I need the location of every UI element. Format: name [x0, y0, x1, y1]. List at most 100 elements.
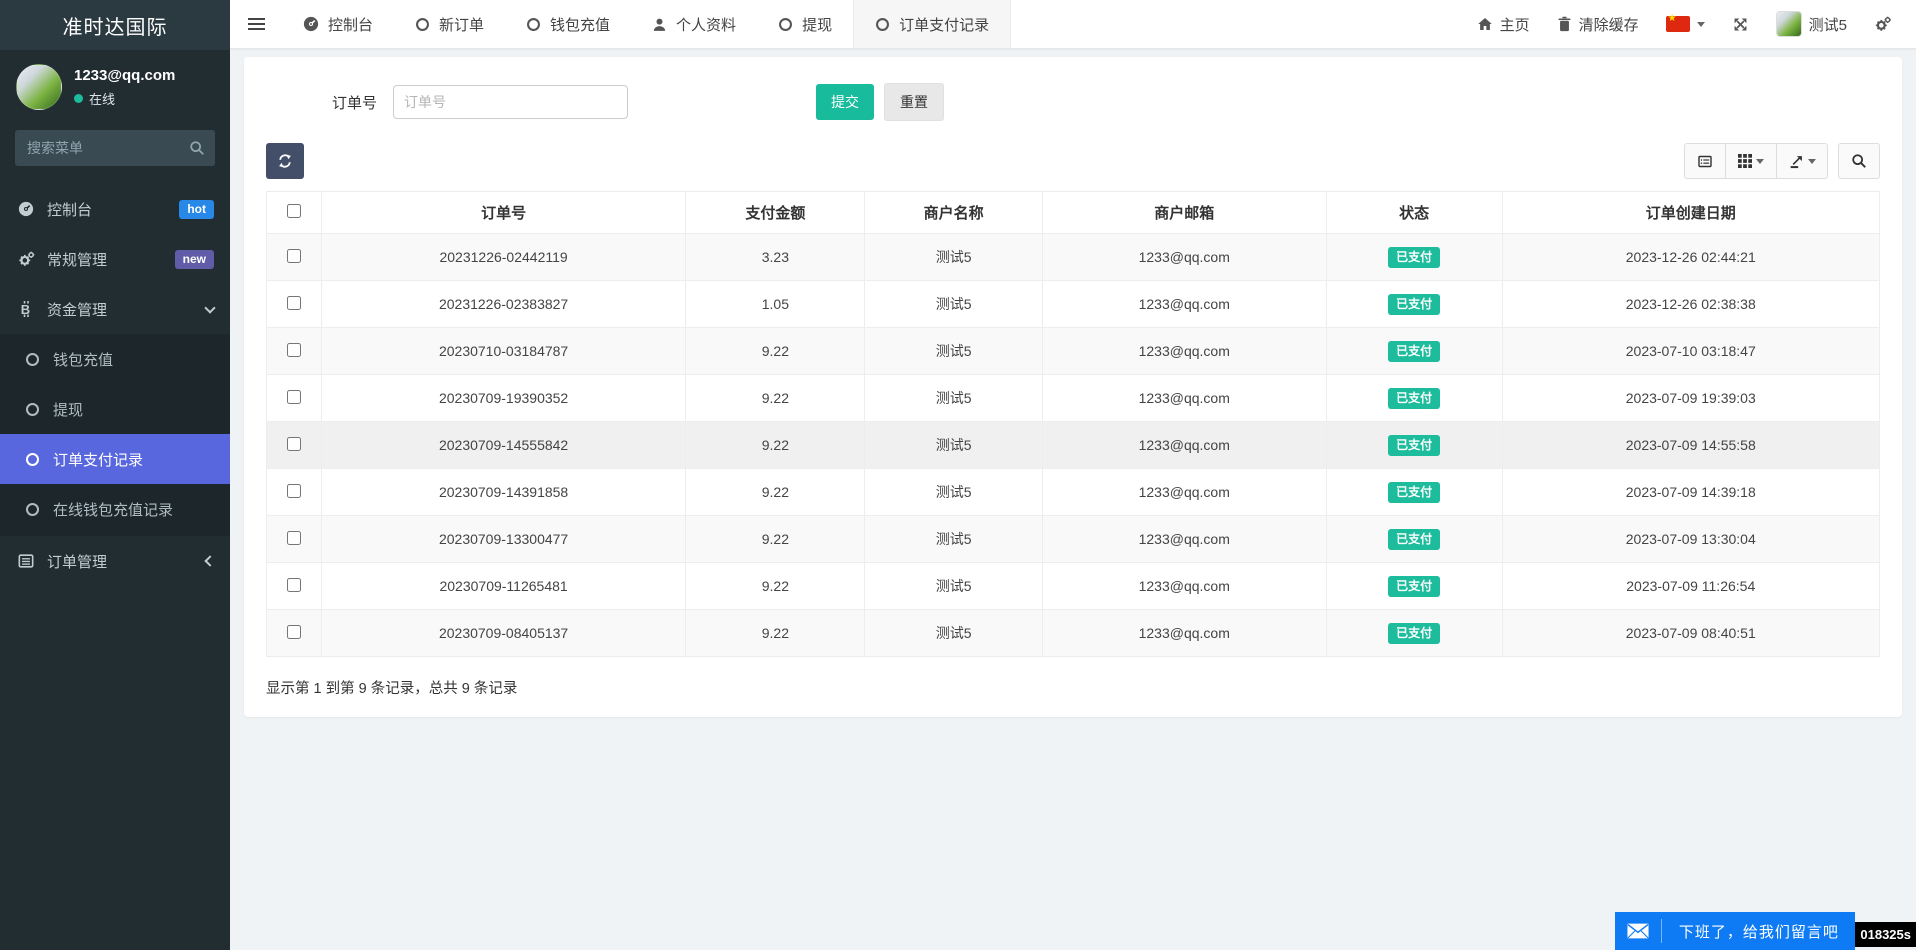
cell-amount: 9.22	[685, 468, 866, 516]
col-created: 订单创建日期	[1501, 191, 1880, 234]
row-checkbox[interactable]	[286, 342, 301, 357]
caret-down-icon	[1756, 158, 1764, 164]
table-row[interactable]: 20230709-14555842 9.22 测试5 1233@qq.com 已…	[266, 421, 1880, 469]
hot-badge: hot	[179, 199, 214, 219]
sidebar-item-console[interactable]: 控制台 hot	[0, 184, 230, 234]
cell-order-no: 20231226-02442119	[320, 233, 687, 281]
cell-email: 1233@qq.com	[1041, 562, 1327, 610]
language-selector[interactable]: ★	[1665, 13, 1705, 32]
row-checkbox[interactable]	[286, 577, 301, 592]
topbar-tab-5[interactable]: 订单支付记录	[853, 0, 1012, 48]
circle-icon	[22, 502, 42, 516]
settings-button[interactable]	[1874, 16, 1892, 33]
topbar-tab-2[interactable]: 钱包充值	[505, 0, 631, 48]
topbar-tab-1[interactable]: 新订单	[394, 0, 505, 48]
session-timer: 018325s	[1855, 922, 1916, 947]
sidebar-item-funds[interactable]: B 资金管理	[0, 284, 230, 334]
chat-message: 下班了，给我们留言吧	[1678, 923, 1839, 941]
fullscreen-toggle[interactable]	[1732, 16, 1749, 33]
user-avatar-small	[1775, 11, 1802, 37]
submit-button[interactable]: 提交	[816, 84, 875, 120]
user-icon	[652, 17, 667, 32]
table-header-row: 订单号 支付金额 商户名称 商户邮箱 状态 订单创建日期	[266, 191, 1880, 234]
hamburger-menu-icon[interactable]	[230, 0, 282, 48]
row-checkbox[interactable]	[286, 530, 301, 545]
table-row[interactable]: 20230709-08405137 9.22 测试5 1233@qq.com 已…	[266, 609, 1880, 657]
user-avatar[interactable]	[16, 64, 62, 110]
cell-order-no: 20230709-08405137	[320, 609, 687, 657]
refresh-icon	[279, 154, 291, 168]
topbar-tab-4[interactable]: 提现	[757, 0, 853, 48]
table-row[interactable]: 20230710-03184787 9.22 测试5 1233@qq.com 已…	[266, 327, 1880, 375]
cogs-icon	[1875, 16, 1891, 31]
cell-email: 1233@qq.com	[1041, 374, 1327, 422]
cell-order-no: 20230709-13300477	[320, 515, 687, 563]
status-badge: 已支付	[1388, 293, 1441, 315]
row-checkbox[interactable]	[286, 389, 301, 404]
user-status: 在线	[74, 89, 175, 108]
order-no-label: 订单号	[332, 94, 378, 112]
sidebar-item-order-payment-records[interactable]: 订单支付记录	[0, 434, 230, 484]
cell-merchant: 测试5	[864, 280, 1043, 328]
topbar-tabs: 控制台 新订单 钱包充值 个人资料 提现 订单支付记录	[282, 0, 1012, 48]
cell-amount: 9.22	[685, 562, 866, 610]
brand-logo[interactable]: 准时达国际	[0, 0, 230, 50]
table-search-button[interactable]	[1838, 143, 1880, 179]
table-row[interactable]: 20230709-11265481 9.22 测试5 1233@qq.com 已…	[266, 562, 1880, 610]
filter-form: 订单号 提交 重置	[266, 83, 1880, 121]
sidebar-item-wallet-recharge[interactable]: 钱包充值	[0, 334, 230, 384]
reset-button[interactable]: 重置	[884, 83, 945, 121]
col-order-no: 订单号	[320, 191, 687, 234]
cell-created: 2023-12-26 02:38:38	[1501, 280, 1880, 328]
sidebar-item-order-management[interactable]: 订单管理	[0, 536, 230, 586]
expand-icon	[1734, 18, 1747, 30]
cell-merchant: 测试5	[864, 421, 1043, 469]
sidebar-search-input[interactable]	[15, 130, 215, 166]
columns-dropdown-button[interactable]	[1725, 143, 1777, 179]
export-dropdown-button[interactable]	[1776, 143, 1828, 179]
refresh-button[interactable]	[266, 143, 304, 179]
row-checkbox[interactable]	[286, 436, 301, 451]
cell-email: 1233@qq.com	[1041, 233, 1327, 281]
order-no-input[interactable]	[393, 85, 629, 119]
row-checkbox[interactable]	[286, 248, 301, 263]
table-row[interactable]: 20230709-19390352 9.22 测试5 1233@qq.com 已…	[266, 374, 1880, 422]
chevron-down-icon	[204, 301, 216, 314]
cell-merchant: 测试5	[864, 562, 1043, 610]
table-row[interactable]: 20231226-02442119 3.23 测试5 1233@qq.com 已…	[266, 233, 1880, 281]
clear-cache-link[interactable]: 清除缓存	[1557, 14, 1639, 35]
status-badge: 已支付	[1388, 481, 1441, 503]
cell-order-no: 20230710-03184787	[320, 327, 687, 375]
sidebar-item-withdraw[interactable]: 提现	[0, 384, 230, 434]
topbar-tab-3[interactable]: 个人资料	[631, 0, 757, 48]
status-badge: 已支付	[1388, 340, 1441, 362]
table-row[interactable]: 20231226-02383827 1.05 测试5 1233@qq.com 已…	[266, 280, 1880, 328]
user-menu[interactable]: 测试5	[1775, 11, 1847, 37]
row-checkbox[interactable]	[286, 483, 301, 498]
cell-amount: 9.22	[685, 515, 866, 563]
detail-view-icon	[1698, 155, 1712, 167]
user-panel: 1233@qq.com 在线	[0, 50, 230, 118]
grid-columns-icon	[1738, 154, 1752, 168]
select-all-checkbox[interactable]	[286, 203, 301, 218]
status-badge: 已支付	[1388, 246, 1441, 268]
circle-icon	[22, 402, 42, 416]
row-checkbox[interactable]	[286, 624, 301, 639]
col-status: 状态	[1325, 191, 1503, 234]
detail-view-button[interactable]	[1684, 143, 1726, 179]
home-link[interactable]: 主页	[1477, 14, 1530, 35]
cell-created: 2023-07-09 13:30:04	[1501, 515, 1880, 563]
table-row[interactable]: 20230709-13300477 9.22 测试5 1233@qq.com 已…	[266, 515, 1880, 563]
chat-widget: 下班了，给我们留言吧 018325s	[1615, 912, 1916, 950]
bitcoin-icon: B	[16, 301, 36, 317]
sidebar-item-general-settings[interactable]: 常规管理 new	[0, 234, 230, 284]
sidebar-item-online-wallet-recharge-records[interactable]: 在线钱包充值记录	[0, 484, 230, 534]
circle-icon	[22, 352, 42, 366]
row-checkbox[interactable]	[286, 295, 301, 310]
cell-order-no: 20230709-11265481	[320, 562, 687, 610]
leave-message-bar[interactable]: 下班了，给我们留言吧	[1615, 912, 1856, 950]
cell-amount: 9.22	[685, 327, 866, 375]
tab-label: 提现	[802, 16, 833, 34]
table-row[interactable]: 20230709-14391858 9.22 测试5 1233@qq.com 已…	[266, 468, 1880, 516]
topbar-tab-0[interactable]: 控制台	[282, 0, 394, 48]
